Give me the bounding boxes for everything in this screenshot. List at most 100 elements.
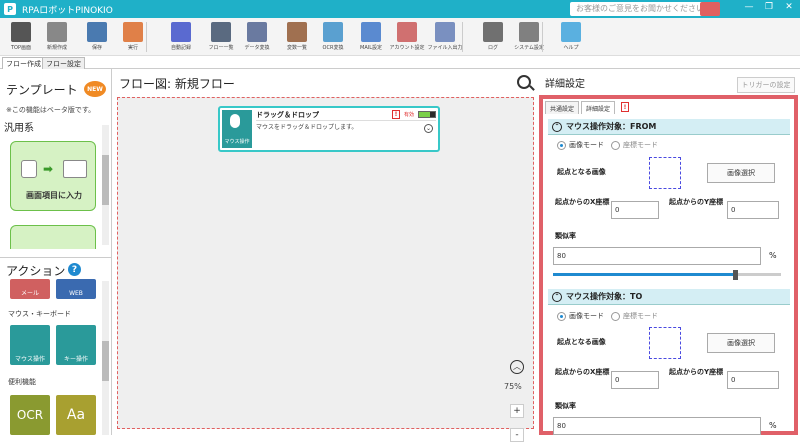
node-enabled-label: 有効 (404, 112, 415, 118)
toolbar-button-data-convert[interactable]: データ変換 (240, 20, 274, 54)
similarity-input[interactable]: 80 (553, 247, 761, 265)
radio-image-mode[interactable]: 画像モード (557, 140, 604, 150)
zoom-out-button[interactable]: - (510, 428, 524, 442)
action-tile-ocr[interactable]: OCR (10, 395, 50, 435)
help-icon (561, 22, 581, 42)
account-icon (397, 22, 417, 42)
toolbar-label: 自動記録 (170, 45, 191, 51)
toolbar-button-log[interactable]: ログ (476, 20, 510, 54)
left-sidebar: テンプレート NEW ※この機能はベータ版です。 汎用系 ➡ 画面項目に入力 ア… (0, 69, 112, 435)
feedback-icon[interactable] (700, 2, 720, 16)
toolbar-button-help[interactable]: ヘルプ (554, 20, 588, 54)
toolbar-button-flow-list[interactable]: フロー一覧 (204, 20, 238, 54)
node-enabled-toggle[interactable] (418, 111, 436, 118)
tab-common-settings[interactable]: 共通設定 (545, 101, 580, 114)
toolbar-button-mail[interactable]: MAIL設定 (354, 20, 388, 54)
flow-canvas[interactable]: マウス操作 ドラッグ＆ドロップ マウスをドラッグ＆ドロップします。 ! 有効 ⌄… (117, 97, 534, 442)
beta-note: ※この機能はベータ版です。 (6, 106, 96, 114)
restore-button[interactable]: ❐ (762, 2, 776, 12)
action-tile-keyboard[interactable]: キー操作 (56, 325, 96, 365)
y-offset-input-to[interactable]: 0 (727, 371, 779, 389)
toolbar-divider (146, 22, 147, 52)
toolbar-label: 実行 (127, 45, 138, 51)
template-scrollbar[interactable] (102, 125, 109, 245)
details-title: 詳細設定 (545, 79, 585, 90)
tab-flow-settings[interactable]: フロー設定 (42, 57, 85, 69)
template-title: テンプレート (6, 83, 78, 97)
template-card[interactable]: ➡ 画面項目に入力 (10, 141, 96, 211)
gear-icon (519, 22, 539, 42)
y-offset-input[interactable]: 0 (727, 201, 779, 219)
toolbar-label: アカウント設定 (389, 45, 425, 51)
template-card-label: 画面項目に入力 (26, 191, 82, 200)
radio-coord-mode[interactable]: 座標モード (611, 140, 658, 150)
help-icon[interactable]: ? (68, 263, 81, 276)
chevron-down-icon[interactable]: ⌄ (424, 124, 433, 133)
select-image-button-to[interactable]: 画像選択 (707, 333, 775, 353)
origin-image-box-to[interactable] (649, 327, 681, 359)
chevron-up-icon[interactable]: ︿ (510, 360, 524, 374)
toolbar-button-ocr[interactable]: OCR変換 (316, 20, 350, 54)
radio-image-mode-to[interactable]: 画像モード (557, 311, 604, 321)
toolbar-label: データ変換 (244, 45, 270, 51)
radio-coord-mode-to[interactable]: 座標モード (611, 311, 658, 321)
toolbar-button-account[interactable]: アカウント設定 (389, 20, 425, 54)
toolbar-button-file-io[interactable]: ファイル入出力 (428, 20, 463, 54)
toolbar-label: 変数一覧 (286, 45, 307, 51)
flow-list-icon (211, 22, 231, 42)
warning-icon: ! (392, 110, 400, 119)
x-offset-input[interactable]: 0 (611, 201, 659, 219)
toolbar-button-run[interactable]: 実行 (116, 20, 150, 54)
action-tile-mouse[interactable]: マウス操作 (10, 325, 50, 365)
toolbar-label: OCR変換 (322, 45, 344, 51)
flow-node[interactable]: マウス操作 ドラッグ＆ドロップ マウスをドラッグ＆ドロップします。 ! 有効 ⌄ (218, 106, 440, 152)
toolbar-button-home[interactable]: TOP画面 (4, 20, 38, 54)
data-convert-icon (247, 22, 267, 42)
toolbar-button-variable-list[interactable]: 変数一覧 (280, 20, 314, 54)
action-tile-mail[interactable]: メール (10, 279, 50, 299)
action-section-util: 便利機能 (8, 378, 36, 386)
tab-detail-settings[interactable]: 詳細設定 (581, 101, 616, 114)
app-title: RPAロボットPINOKIO (22, 5, 113, 16)
toolbar-label: システム設定 (514, 45, 544, 51)
similarity-input-to[interactable]: 80 (553, 417, 761, 435)
toolbar-button-record[interactable]: 自動記録 (164, 20, 198, 54)
new-badge: NEW (84, 81, 106, 97)
tab-flow-create[interactable]: フロー作成 (2, 57, 45, 69)
similarity-slider[interactable] (553, 273, 735, 276)
keyboard-icon (63, 160, 87, 178)
collapse-icon[interactable]: ⌃ (552, 292, 562, 302)
similarity-slider-thumb[interactable] (733, 270, 738, 280)
zoom-level: 75% (504, 382, 522, 391)
trigger-settings-button[interactable]: トリガーの設定 (737, 77, 795, 93)
template-card-2[interactable] (10, 225, 96, 249)
minimize-button[interactable]: — (742, 2, 756, 12)
log-icon (483, 22, 503, 42)
action-tile-web[interactable]: WEB (56, 279, 96, 299)
toolbar-button-new-file[interactable]: 新規作成 (40, 20, 74, 54)
percent-label: % (769, 251, 777, 260)
actions-scrollbar[interactable] (102, 281, 109, 435)
origin-image-box[interactable] (649, 157, 681, 189)
toolbar: TOP画面 新規作成 保存 実行 自動記録 フロー一覧 データ変換 変数一覧 OCR変換 MAIL… (0, 18, 800, 56)
search-icon[interactable] (517, 75, 531, 89)
close-button[interactable]: ✕ (782, 2, 796, 12)
zoom-in-button[interactable]: + (510, 404, 524, 418)
to-section-header[interactable]: ⌃ マウス操作対象：TO (548, 289, 790, 305)
similarity-label: 類似率 (555, 232, 576, 240)
select-image-button[interactable]: 画像選択 (707, 163, 775, 183)
template-category: 汎用系 (4, 123, 34, 134)
from-section-header[interactable]: ⌃ マウス操作対象：FROM (548, 119, 790, 135)
toolbar-button-save[interactable]: 保存 (80, 20, 114, 54)
toolbar-label: MAIL設定 (360, 45, 382, 51)
collapse-icon[interactable]: ⌃ (552, 122, 562, 132)
feedback-banner[interactable]: お客様のご意見をお聞かせください (570, 2, 710, 16)
x-offset-input-to[interactable]: 0 (611, 371, 659, 389)
details-content: 共通設定 詳細設定 ! ⌃ マウス操作対象：FROM 画像モード 座標モード 起… (539, 95, 798, 435)
toolbar-button-gear[interactable]: システム設定 (512, 20, 546, 54)
action-tile-text[interactable]: Aa (56, 395, 96, 435)
origin-image-label-to: 起点となる画像 (557, 338, 606, 346)
actions-title: アクション (6, 264, 66, 278)
new-file-icon (47, 22, 67, 42)
flow-heading: フロー図: 新規フロー (119, 77, 235, 91)
